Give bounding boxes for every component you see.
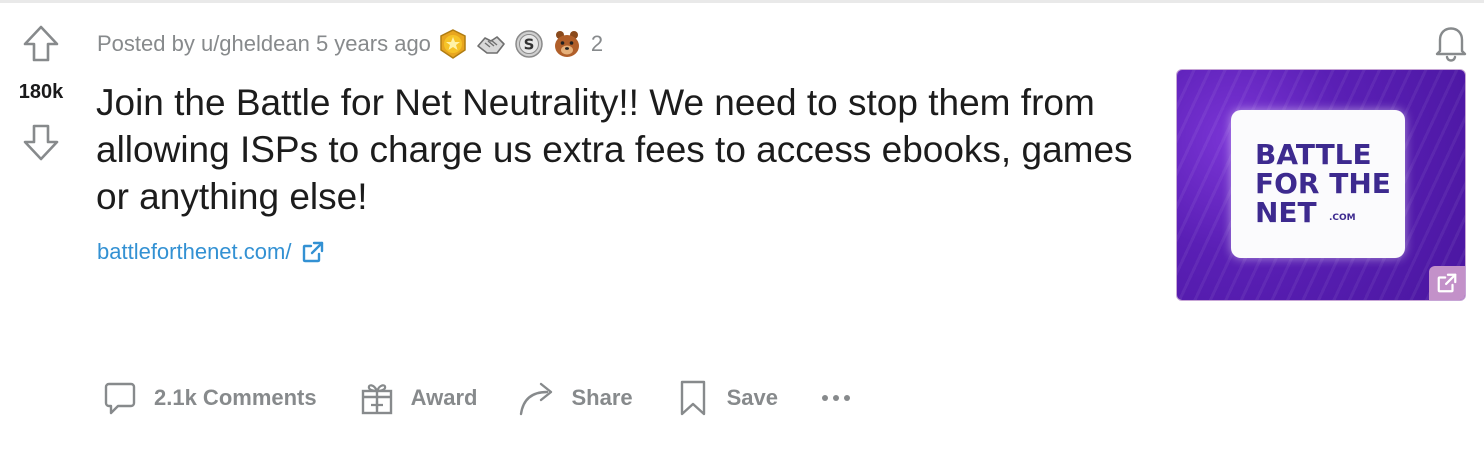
bear-award-icon[interactable] bbox=[551, 28, 583, 60]
more-dot-icon bbox=[833, 395, 840, 401]
thumbnail-logo-text: BATTLE FOR THE NET bbox=[1255, 138, 1391, 229]
more-dot-icon bbox=[822, 395, 829, 401]
gift-icon bbox=[361, 384, 392, 415]
gold-award-icon[interactable] bbox=[437, 28, 469, 60]
comments-label: 2.1k Comments bbox=[154, 385, 317, 410]
bookmark-icon bbox=[680, 380, 705, 416]
more-dot-icon bbox=[844, 395, 851, 401]
award-count: 2 bbox=[590, 31, 604, 56]
svg-text:S: S bbox=[524, 36, 535, 54]
post-card: 180k Posted by u/gheldean 5 years ago S … bbox=[0, 0, 1484, 476]
external-link-icon bbox=[303, 241, 324, 263]
thumbnail-external-badge[interactable] bbox=[1429, 266, 1465, 300]
award-label: Award bbox=[410, 385, 478, 410]
award-button[interactable]: Award bbox=[357, 378, 478, 418]
link-text: battleforthenet.com/ bbox=[97, 239, 292, 264]
thumbnail-logo-suffix: .COM bbox=[1329, 213, 1356, 223]
share-label: Share bbox=[571, 385, 633, 410]
comment-icon bbox=[104, 382, 136, 415]
post-actions: 2.1k Comments Award Share Save bbox=[100, 373, 854, 423]
comments-button[interactable]: 2.1k Comments bbox=[100, 378, 317, 418]
post-title[interactable]: Join the Battle for Net Neutrality!! We … bbox=[96, 79, 1156, 220]
post-meta: Posted by u/gheldean 5 years ago S 2 bbox=[97, 27, 603, 61]
post-external-link[interactable]: battleforthenet.com/ bbox=[97, 239, 325, 265]
upvote-button[interactable] bbox=[20, 23, 62, 65]
wholesome-handshake-award-icon[interactable] bbox=[475, 28, 507, 60]
more-options-button[interactable] bbox=[818, 389, 854, 407]
silver-award-icon[interactable]: S bbox=[513, 28, 545, 60]
vote-score: 180k bbox=[18, 81, 64, 103]
downvote-arrow-icon bbox=[23, 124, 59, 161]
save-button[interactable]: Save bbox=[673, 378, 778, 418]
external-link-icon bbox=[1437, 273, 1457, 293]
posted-by-text[interactable]: Posted by u/gheldean 5 years ago bbox=[97, 31, 431, 57]
bell-icon bbox=[1435, 27, 1467, 62]
share-arrow-icon bbox=[520, 382, 553, 416]
save-label: Save bbox=[726, 385, 779, 410]
upvote-arrow-icon bbox=[23, 25, 59, 62]
share-button[interactable]: Share bbox=[517, 378, 633, 418]
post-thumbnail[interactable]: BATTLE FOR THE NET .COM bbox=[1176, 69, 1466, 301]
notification-bell-button[interactable] bbox=[1430, 21, 1472, 63]
downvote-button[interactable] bbox=[20, 121, 62, 163]
thumbnail-logo-card: BATTLE FOR THE NET .COM bbox=[1231, 110, 1405, 258]
vote-column: 180k bbox=[0, 3, 82, 203]
